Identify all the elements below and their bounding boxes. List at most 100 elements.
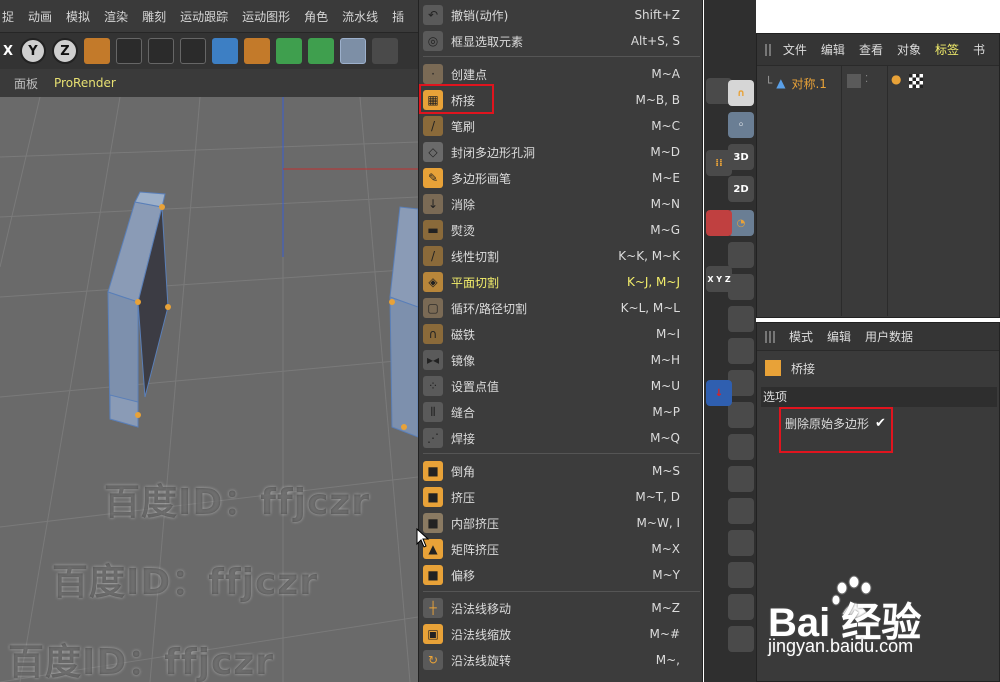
menu-item-brush[interactable]: / 笔刷 M~C [419, 113, 704, 139]
strip-tool-icon[interactable] [728, 562, 754, 588]
menu-item-shortcut: M~# [649, 627, 680, 641]
om-menu-view[interactable]: 查看 [859, 41, 883, 58]
menu-item-stitch[interactable]: ⫴ 缝合 M~P [419, 399, 704, 425]
menu-item[interactable]: 雕刻 [142, 8, 166, 25]
menu-item-normal-move[interactable]: ┼ 沿法线移动 M~Z [419, 595, 704, 621]
extrude-icon: ■ [423, 487, 443, 507]
menu-item-undo[interactable]: ↶ 撤销(动作) Shift+Z [419, 2, 704, 28]
move-axis-icon[interactable]: ↓ [706, 380, 732, 406]
menu-item-weld[interactable]: ⋰ 焊接 M~Q [419, 425, 704, 451]
strip-tool-icon[interactable] [728, 434, 754, 460]
menu-item-normal-scale[interactable]: ▣ 沿法线缩放 M~# [419, 621, 704, 647]
menu-item-magnet[interactable]: ∩ 磁铁 M~I [419, 321, 704, 347]
menu-item-label: 磁铁 [451, 327, 476, 342]
strip-tool-icon[interactable] [728, 338, 754, 364]
x-axis-button[interactable]: X [2, 38, 14, 64]
cloner-icon[interactable] [308, 38, 334, 64]
cube-icon[interactable] [212, 38, 238, 64]
coordinate-system-icon[interactable] [84, 38, 110, 64]
menu-item[interactable]: 渲染 [104, 8, 128, 25]
render-view-icon[interactable] [116, 38, 142, 64]
strip-tool-icon[interactable] [728, 498, 754, 524]
subdivision-icon[interactable] [276, 38, 302, 64]
menu-separator [423, 591, 700, 592]
grid-dots-icon[interactable]: ⁞⁞ [706, 150, 732, 176]
grip-icon[interactable] [765, 330, 777, 343]
om-menu-tags[interactable]: 标签 [935, 41, 959, 58]
layer-icon[interactable] [847, 74, 861, 88]
strip-tool-icon[interactable] [728, 626, 754, 652]
menu-item-frame-selection[interactable]: ◎ 框显选取元素 Alt+S, S [419, 28, 704, 54]
axis-xyz-button[interactable]: X Y Z [706, 266, 732, 292]
am-menu-edit[interactable]: 编辑 [827, 328, 851, 345]
menu-item-polygon-pen[interactable]: ✎ 多边形画笔 M~E [419, 165, 704, 191]
snap-2d-button[interactable]: 2D [728, 176, 754, 202]
menu-item-iron[interactable]: ▬ 熨烫 M~G [419, 217, 704, 243]
strip-tool-icon[interactable] [728, 242, 754, 268]
viewport-tab-prorender[interactable]: ProRender [54, 76, 116, 90]
menu-item[interactable]: 动画 [28, 8, 52, 25]
menu-item[interactable]: 流水线 [342, 8, 378, 25]
menu-item-label: 沿法线移动 [451, 601, 512, 616]
options-section-header[interactable]: 选项 [761, 387, 997, 407]
material-tag-icon[interactable] [909, 74, 923, 88]
floor-icon[interactable] [372, 38, 398, 64]
menu-item[interactable]: 模拟 [66, 8, 90, 25]
render-settings-icon[interactable] [180, 38, 206, 64]
menu-item-knife[interactable]: / 线性切割 K~K, M~K [419, 243, 704, 269]
strip-tool-icon[interactable] [728, 402, 754, 428]
phong-tag-icon[interactable]: ● [891, 72, 901, 86]
menu-item-plane-cut[interactable]: ◈ 平面切割 K~J, M~J [419, 269, 704, 295]
menu-item[interactable]: 插 [392, 8, 404, 25]
normal-rotate-icon: ↻ [423, 650, 443, 670]
create-point-icon: · [423, 64, 443, 84]
visibility-dots-icon[interactable]: ⁚ [865, 74, 868, 85]
om-menu-file[interactable]: 文件 [783, 41, 807, 58]
menu-item-dissolve[interactable]: ↓ 消除 M~N [419, 191, 704, 217]
object-name[interactable]: 对称.1 [791, 75, 826, 92]
menu-item[interactable]: 捉 [2, 8, 14, 25]
symmetry-icon: ▲ [776, 76, 786, 90]
render-picture-viewer-icon[interactable] [148, 38, 174, 64]
menu-item-shortcut: M~B, B [635, 93, 680, 107]
y-axis-button[interactable]: Y [20, 38, 46, 64]
workplane-icon[interactable] [706, 210, 732, 236]
menu-item[interactable]: 角色 [304, 8, 328, 25]
menu-item-matrix-extrude[interactable]: ▲ 矩阵挤压 M~X [419, 536, 704, 562]
menu-item-extrude[interactable]: ■ 挤压 M~T, D [419, 484, 704, 510]
strip-tool-icon[interactable] [728, 466, 754, 492]
strip-tool-icon[interactable] [728, 594, 754, 620]
pen-icon[interactable] [244, 38, 270, 64]
menu-item-shortcut: M~N [650, 197, 680, 211]
menu-item-extrude-inner[interactable]: ■ 内部挤压 M~W, I [419, 510, 704, 536]
grip-icon[interactable] [765, 43, 771, 56]
menu-item[interactable]: 运动图形 [242, 8, 290, 25]
object-row[interactable]: └ ▲ 对称.1 [765, 72, 827, 94]
menu-item-label: 矩阵挤压 [451, 542, 500, 557]
deformer-icon[interactable] [340, 38, 366, 64]
menu-item-smooth-shift[interactable]: ■ 偏移 M~Y [419, 562, 704, 588]
om-menu-object[interactable]: 对象 [897, 41, 921, 58]
strip-tool-icon[interactable] [728, 306, 754, 332]
close-hole-icon: ◇ [423, 142, 443, 162]
am-menu-userdata[interactable]: 用户数据 [865, 328, 913, 345]
menu-item-close-hole[interactable]: ◇ 封闭多边形孔洞 M~D [419, 139, 704, 165]
magnet-icon[interactable]: ∩ [728, 80, 754, 106]
menu-item-mirror[interactable]: ▸◂ 镜像 M~H [419, 347, 704, 373]
menu-item-label: 缝合 [451, 405, 476, 420]
am-menu-mode[interactable]: 模式 [789, 328, 813, 345]
viewport-tab-panel[interactable]: 面板 [14, 75, 38, 92]
menu-item-normal-rotate[interactable]: ↻ 沿法线旋转 M~, [419, 647, 704, 673]
menu-item[interactable]: 运动跟踪 [180, 8, 228, 25]
menu-item-shortcut: M~T, D [635, 490, 680, 504]
undo-icon: ↶ [423, 5, 443, 25]
menu-item-set-point-value[interactable]: ⁘ 设置点值 M~U [419, 373, 704, 399]
om-menu-bookmarks[interactable]: 书 [973, 41, 985, 58]
strip-tool-icon[interactable] [728, 530, 754, 556]
3d-viewport[interactable]: 百度ID：ffjczr 百度ID：ffjczr 百度ID：ffjczr [0, 97, 418, 682]
snap-icon[interactable]: ◦ [728, 112, 754, 138]
menu-item-loop-cut[interactable]: ▢ 循环/路径切割 K~L, M~L [419, 295, 704, 321]
menu-item-bevel[interactable]: ■ 倒角 M~S [419, 458, 704, 484]
om-menu-edit[interactable]: 编辑 [821, 41, 845, 58]
z-axis-button[interactable]: Z [52, 38, 78, 64]
